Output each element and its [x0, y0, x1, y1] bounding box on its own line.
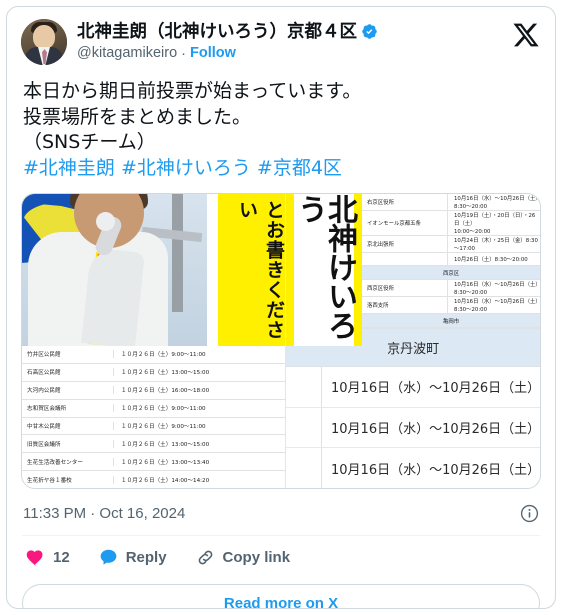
right-schedule-table: 右京区役所 10月16日（水）～10月26日（土）8:30～20:00 イオンモ… [362, 194, 540, 329]
table-row: 石高区公民館 １０月２６日（土）13:00～15:00 [22, 364, 285, 382]
table-row: 生花生活改善センター １０月２６日（土）13:00～13:40 [22, 453, 285, 472]
time-cell: 10月24日（木）・25日（金）8:30～17:00 [454, 238, 538, 252]
place-cell: 生花生活改善センター [22, 457, 114, 466]
table-row: イオンモール京都五条 10月19日（土）・20日（日）・26日（土） 10:00… [362, 211, 540, 236]
table-row: 10月16日（水）～10月26日（土） [286, 407, 541, 449]
copy-link-label: Copy link [222, 549, 291, 566]
reply-button[interactable]: Reply [98, 547, 167, 568]
table-row: 旧質区会議所 １０月２６日（土）13:00～15:00 [22, 435, 285, 454]
poster-white-panel: 北神けいろう [292, 194, 357, 346]
copy-link-button[interactable]: Copy link [195, 547, 291, 568]
table-row: 生花折ヤ谷１番校 １０月２６日（土）14:00～14:20 [22, 471, 285, 488]
timestamp-row: 11:33 PM · Oct 16, 2024 [7, 489, 555, 535]
table-row: 10月26日（土）8:30～20:00 [362, 253, 540, 266]
place-cell [286, 367, 322, 407]
table-row: 10月16日（水）～10月26日（土） [286, 367, 540, 408]
time-cell: 10月16日（水）～10月26日（土） [331, 422, 541, 437]
place-cell [286, 407, 322, 448]
place-cell: 石高区公民館 [22, 368, 114, 377]
speech-bubble-icon[interactable] [98, 547, 119, 568]
table-row: 京北出張所 10月24日（木）・25日（金）8:30～17:00 [362, 236, 540, 253]
yellow-banner-text: とお書きください [236, 200, 285, 340]
time-cell: 10月16日（水）～10月26日（土） [331, 462, 541, 478]
campaign-photo: 北神け とお書きください [22, 194, 285, 346]
table-row: 10月16日（水）～10月26日（土） [286, 448, 540, 488]
time-cell: １０月２６日（土）9:00～11:00 [121, 352, 206, 359]
place-cell [286, 448, 322, 488]
handle-separator: · [181, 45, 186, 62]
time-cell: 10月16日（水）～10月26日（土）8:30～20:00 [454, 282, 539, 296]
table-row: 右京区役所 10月16日（水）～10月26日（土）8:30～20:00 [362, 194, 540, 211]
place-cell: 西京区役所 [362, 280, 448, 296]
follow-link[interactable]: Follow [190, 44, 236, 63]
read-more-wrapper: Read more on X [7, 578, 555, 608]
place-cell: 志和賀区会議所 [22, 404, 114, 413]
media-left-column: 北神け とお書きください 竹井区公民館 １０月２６日（土）9:00～11:00 … [22, 194, 286, 488]
place-cell: 右京区役所 [362, 194, 448, 210]
author-handle[interactable]: @kitagamikeiro [77, 44, 177, 63]
table-row: 志和賀区会議所 １０月２６日（土）9:00～11:00 [22, 400, 285, 418]
time-cell: １０月２６日（土）14:00～14:20 [121, 477, 210, 484]
table-row: 西京区役所 10月16日（水）～10月26日（土）8:30～20:00 [362, 280, 540, 297]
time-cell: １０月２６日（土）13:00～15:00 [121, 441, 210, 448]
place-cell: 竹井区公民館 [22, 350, 114, 359]
like-button[interactable]: 12 [25, 547, 70, 568]
info-circle-icon[interactable] [520, 504, 539, 523]
left-schedule-table: 竹井区公民館 １０月２６日（土）9:00～11:00 石高区公民館 １０月２６日… [22, 346, 285, 488]
place-cell [362, 253, 448, 265]
like-count: 12 [53, 549, 70, 566]
link-icon[interactable] [195, 547, 216, 568]
table-section-header: 亀岡市 [362, 314, 540, 328]
time-cell: 10月16日（水）～10月26日（土） [331, 381, 541, 397]
time-cell: 10月16日（水）～10月26日（土）8:30～20:00 [454, 299, 539, 313]
x-logo-icon[interactable] [511, 19, 541, 49]
place-cell: イオンモール京都五条 [362, 211, 448, 235]
time-cell: 10月19日（土）・20日（日）・26日（土） 10:00～20:00 [454, 213, 536, 235]
place-cell: 生花折ヤ谷１番校 [22, 475, 114, 484]
place-cell: 大河内公民館 [22, 386, 114, 395]
time-cell: 10月16日（水）～10月26日（土）8:30～20:00 [454, 196, 539, 210]
tweet-hashtags[interactable]: #北神圭朗 #北神けいろう #京都4区 [23, 157, 342, 179]
tweet-timestamp[interactable]: 11:33 PM · Oct 16, 2024 [23, 505, 185, 522]
big-schedule-rows: 10月16日（水）～10月26日（土） 10月16日（水）～10月26日（土） … [286, 367, 540, 488]
verified-badge-icon [362, 23, 377, 39]
time-cell: １０月２６日（土）9:00～11:00 [121, 423, 206, 430]
time-cell: 10月26日（土）8:30～20:00 [454, 257, 528, 263]
table-row: 洛西支所 10月16日（水）～10月26日（土）8:30～20:00 [362, 297, 540, 314]
table-row: 竹井区公民館 １０月２６日（土）9:00～11:00 [22, 346, 285, 364]
tweet-media[interactable]: 北神け とお書きください 竹井区公民館 １０月２６日（土）9:00～11:00 … [21, 193, 541, 489]
place-cell: 洛西支所 [362, 297, 448, 313]
place-cell: 京北出張所 [362, 236, 448, 252]
author-display-name[interactable]: 北神圭朗（北神けいろう）京都４区 [77, 20, 357, 42]
heart-icon[interactable] [25, 547, 46, 568]
place-cell: 中甘木公民館 [22, 421, 114, 430]
tweet-card: 北神圭朗（北神けいろう）京都４区 @kitagamikeiro · Follow… [6, 6, 556, 609]
yellow-vertical-banner: とお書きください [215, 194, 285, 346]
time-cell: １０月２６日（土）13:00～13:40 [121, 459, 210, 466]
read-more-button[interactable]: Read more on X [22, 584, 540, 608]
place-cell: 旧質区会議所 [22, 439, 114, 448]
poster-text: 北神けいろう [292, 194, 357, 339]
table-row: 大河内公民館 １０月２６日（土）16:00～18:00 [22, 382, 285, 400]
tweet-header: 北神圭朗（北神けいろう）京都４区 @kitagamikeiro · Follow [7, 7, 555, 65]
action-bar: 12 Reply Copy link [7, 536, 555, 578]
time-cell: １０月２６日（土）13:00～15:00 [121, 370, 210, 377]
time-cell: １０月２６日（土）9:00～11:00 [121, 406, 206, 413]
table-section-header: 西京区 [362, 266, 540, 280]
table-row: 中甘木公民館 １０月２６日（土）9:00～11:00 [22, 418, 285, 436]
tweet-text: 本日から期日前投票が始まっています。 投票場所をまとめました。 （SNSチーム）… [7, 65, 555, 181]
avatar[interactable] [21, 19, 67, 65]
reply-label: Reply [125, 549, 167, 566]
media-right-column: 北神けいろう 右京区役所 10月16日（水）～10月26日（土）8:30～20:… [286, 194, 540, 488]
tweet-body: 本日から期日前投票が始まっています。 投票場所をまとめました。 （SNSチーム） [23, 80, 362, 153]
time-cell: １０月２６日（土）16:00～18:00 [121, 388, 210, 395]
